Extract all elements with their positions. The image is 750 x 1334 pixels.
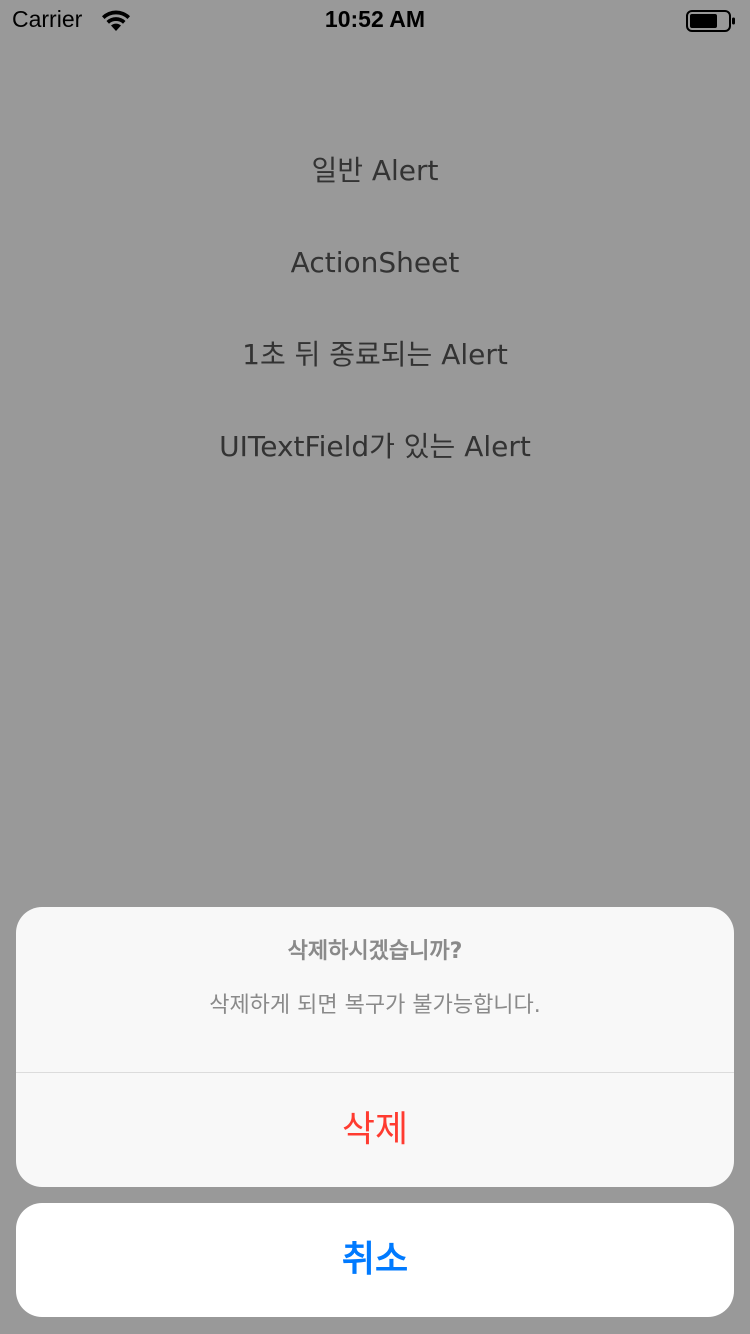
- action-sheet-header: 삭제하시겠습니까? 삭제하게 되면 복구가 불가능합니다.: [16, 907, 734, 1073]
- action-sheet: 삭제하시겠습니까? 삭제하게 되면 복구가 불가능합니다. 삭제 취소: [16, 907, 734, 1317]
- delete-button[interactable]: 삭제: [16, 1073, 734, 1187]
- action-sheet-message: 삭제하게 되면 복구가 불가능합니다.: [209, 993, 541, 1018]
- battery-icon: [686, 10, 735, 32]
- action-sheet-title: 삭제하시겠습니까?: [287, 939, 463, 964]
- status-bar: Carrier 10:52 AM: [0, 0, 750, 40]
- clock: 10:52 AM: [324, 6, 426, 32]
- action-sheet-group: 삭제하시겠습니까? 삭제하게 되면 복구가 불가능합니다. 삭제: [16, 907, 734, 1187]
- cancel-button[interactable]: 취소: [16, 1203, 734, 1317]
